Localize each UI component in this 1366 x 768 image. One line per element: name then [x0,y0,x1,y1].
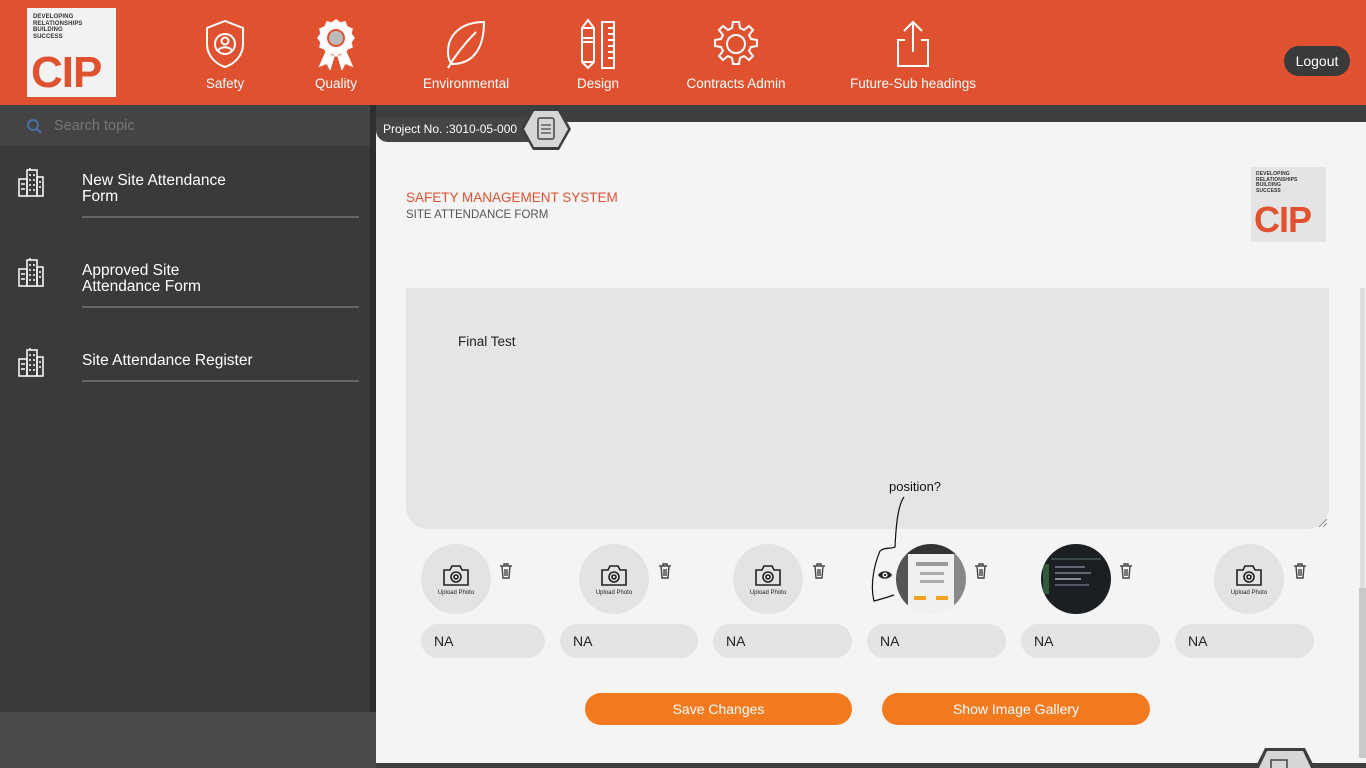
pencil-ruler-icon [581,18,615,70]
photo-thumbnail-5[interactable] [1041,544,1111,614]
trash-icon[interactable] [974,563,988,579]
upload-photo-2[interactable]: Upload Photo [579,544,649,614]
upload-photo-3[interactable]: Upload Photo [733,544,803,614]
save-changes-button[interactable]: Save Changes [585,693,852,725]
camera-icon [601,564,627,586]
search-input[interactable] [54,117,354,134]
scroll-track [1360,288,1365,588]
sidebar-item-label: Approved Site Attendance Form [82,262,201,295]
logout-button[interactable]: Logout [1284,46,1350,76]
search-bar [0,105,370,146]
notes-textarea[interactable]: Final Test [406,288,1329,529]
sidebar-item-label: New Site Attendance Form [82,172,226,205]
caption-field-5[interactable]: NA [1021,624,1160,658]
page-subtitle: SITE ATTENDANCE FORM [406,209,549,221]
logo-tagline: DEVELOPING RELATIONSHIPS BUILDING SUCCES… [33,14,83,40]
caption-field-3[interactable]: NA [713,624,852,658]
gear-icon [714,21,758,65]
nav-environmental[interactable]: Environmental [421,18,511,98]
divider [82,380,359,382]
caption-field-4[interactable]: NA [867,624,1006,658]
share-upload-icon [897,20,929,67]
trash-icon[interactable] [1119,563,1133,579]
shield-user-icon [206,19,244,69]
annotation-scribble [871,496,905,602]
upload-photo-6[interactable]: Upload Photo [1214,544,1284,614]
document-icon-bottom[interactable] [1253,746,1317,768]
leaf-icon [446,20,486,69]
building-icon [18,348,44,377]
divider [82,216,359,218]
nav-design[interactable]: Design [572,18,624,98]
building-icon [18,258,44,287]
sidebar-item-label: Site Attendance Register [82,352,253,369]
caption-field-6[interactable]: NA [1175,624,1314,658]
top-header: DEVELOPING RELATIONSHIPS BUILDING SUCCES… [0,0,1366,105]
camera-icon [755,564,781,586]
upload-photo-1[interactable]: Upload Photo [421,544,491,614]
trash-icon[interactable] [658,563,672,579]
camera-icon [443,564,469,586]
camera-icon [1236,564,1262,586]
show-image-gallery-button[interactable]: Show Image Gallery [882,693,1150,725]
scroll-thumb[interactable] [1359,588,1366,758]
logo-mark: CIP [31,48,102,97]
trash-icon[interactable] [499,563,513,579]
caption-field-2[interactable]: NA [560,624,698,658]
cip-logo-small: DEVELOPING RELATIONSHIPS BUILDING SUCCES… [1251,167,1326,242]
nav-quality[interactable]: Quality [311,18,361,98]
building-icon [18,168,44,197]
caption-field-1[interactable]: NA [421,624,545,658]
sidebar-item-site-attendance-register[interactable]: Site Attendance Register [0,347,370,385]
sidebar-item-approved-site-attendance-form[interactable]: Approved Site Attendance Form [0,257,370,309]
project-number: Project No. :3010-05-000 [376,117,544,142]
nav-future-sub-headings[interactable]: Future-Sub headings [848,18,978,98]
document-icon[interactable] [520,105,572,153]
content-bottombar [376,763,1366,768]
trash-icon[interactable] [1293,563,1307,579]
nav-safety[interactable]: Safety [200,18,250,98]
sidebar-footer [0,712,376,768]
resize-handle[interactable] [1319,519,1327,527]
sidebar: New Site Attendance Form Approved Site A… [0,105,370,712]
divider [82,306,359,308]
cip-logo[interactable]: DEVELOPING RELATIONSHIPS BUILDING SUCCES… [27,8,116,97]
nav-contracts-admin[interactable]: Contracts Admin [683,18,789,98]
award-ribbon-icon [317,19,355,70]
annotation-text: position? [889,479,942,494]
trash-icon[interactable] [812,563,826,579]
textarea-value: Final Test [458,334,516,349]
logo-mark: CIP [1254,199,1312,240]
search-icon [27,118,42,134]
vertical-scrollbar[interactable] [1358,288,1366,763]
logo-tagline: DEVELOPING RELATIONSHIPS BUILDING SUCCES… [1256,171,1298,194]
page-title: SAFETY MANAGEMENT SYSTEM [406,190,618,205]
sidebar-item-new-site-attendance-form[interactable]: New Site Attendance Form [0,167,370,219]
